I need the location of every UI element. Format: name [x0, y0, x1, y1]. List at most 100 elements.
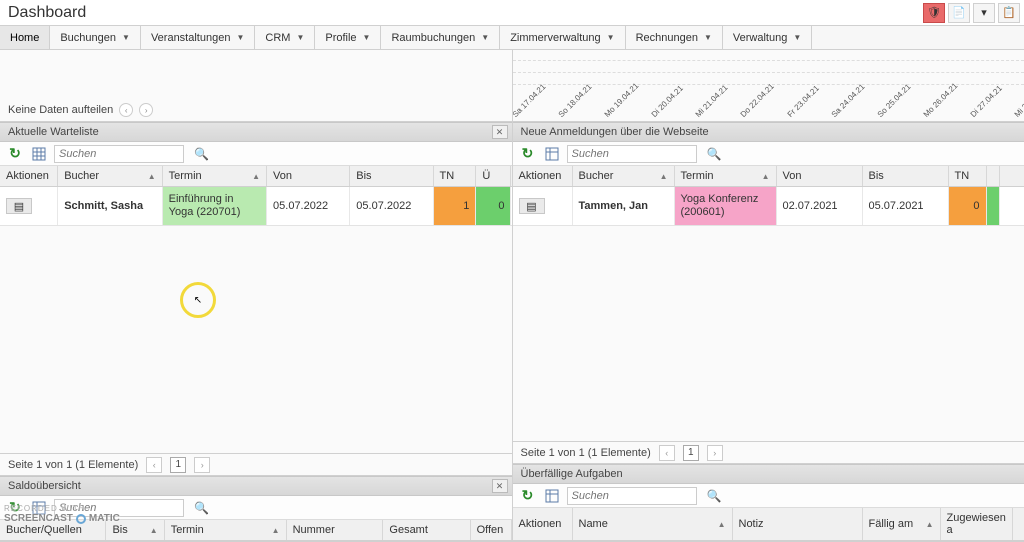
- pager-page[interactable]: 1: [170, 457, 186, 473]
- search-icon[interactable]: 🔍: [703, 147, 726, 161]
- sort-icon: ▲: [148, 172, 156, 181]
- search-box[interactable]: [567, 487, 697, 505]
- axis-tick: Fr 23.04.21: [785, 84, 820, 119]
- col-von[interactable]: Von: [777, 166, 863, 186]
- grid-header-waitlist: Aktionen Bucher▲ Termin▲ Von Bis TN Ü: [0, 166, 512, 187]
- col-faellig[interactable]: Fällig am▲: [863, 508, 941, 540]
- col-termin[interactable]: Termin▲: [675, 166, 777, 186]
- cell-bucher: Schmitt, Sasha: [58, 187, 162, 225]
- row-action-button[interactable]: ▤: [519, 198, 545, 214]
- close-icon[interactable]: ✕: [492, 479, 508, 493]
- col-zugewiesen[interactable]: Zugewiesen a: [941, 508, 1013, 540]
- col-bucher[interactable]: Bucher▲: [58, 166, 162, 186]
- search-icon[interactable]: 🔍: [190, 501, 213, 515]
- col-von[interactable]: Von: [267, 166, 350, 186]
- right-column: Sa 17.04.21So 18.04.21Mo 19.04.21Di 20.0…: [513, 50, 1024, 542]
- search-input[interactable]: [55, 148, 183, 160]
- chevron-down-icon: ▼: [122, 33, 130, 42]
- next-arrow[interactable]: ›: [139, 103, 153, 117]
- row-action-button[interactable]: ▤: [6, 198, 32, 214]
- axis-tick: Do 22.04.21: [739, 82, 776, 119]
- col-extra[interactable]: [987, 166, 1000, 186]
- col-bis[interactable]: Bis: [350, 166, 433, 186]
- col-tn[interactable]: TN: [434, 166, 477, 186]
- cell-bis: 05.07.2022: [350, 187, 433, 225]
- axis-tick: Di 27.04.21: [969, 84, 1004, 119]
- col-termin[interactable]: Termin▲: [165, 520, 287, 540]
- sort-icon: ▲: [762, 172, 770, 181]
- col-tn[interactable]: TN: [949, 166, 987, 186]
- sort-icon: ▲: [272, 526, 280, 535]
- pager-prev[interactable]: ‹: [659, 445, 675, 461]
- sort-icon: ▲: [150, 526, 158, 535]
- col-bucher[interactable]: Bucher▲: [573, 166, 675, 186]
- grid-body-signups: ▤ Tammen, Jan Yoga Konferenz (200601) 02…: [513, 187, 1024, 441]
- col-gesamt[interactable]: Gesamt: [383, 520, 470, 540]
- menu-profile[interactable]: Profile▼: [315, 26, 381, 49]
- prev-arrow[interactable]: ‹: [119, 103, 133, 117]
- pager-label: Seite 1 von 1 (1 Elemente): [521, 447, 651, 459]
- toolbar-aufgaben: ↻ 🔍: [513, 484, 1024, 508]
- chevron-down-icon: ▼: [363, 33, 371, 42]
- panel-header-signups: Neue Anmeldungen über die Webseite: [513, 122, 1024, 142]
- close-icon[interactable]: ✕: [492, 125, 508, 139]
- cell-termin: Yoga Konferenz (200601): [675, 187, 777, 225]
- no-data-label: Keine Daten aufteilen: [8, 104, 113, 116]
- panel-aufgaben: Überfällige Aufgaben ↻ 🔍 Aktionen Name▲ …: [513, 464, 1024, 542]
- pager-page[interactable]: 1: [683, 445, 699, 461]
- col-aktionen[interactable]: Aktionen: [513, 508, 573, 540]
- col-aktionen[interactable]: Aktionen: [513, 166, 573, 186]
- menu-rechnungen[interactable]: Rechnungen▼: [626, 26, 723, 49]
- grid-settings-icon[interactable]: [30, 145, 48, 163]
- pager-next[interactable]: ›: [194, 457, 210, 473]
- title-bar: Dashboard 🛡 📄 ▾ 📋: [0, 0, 1024, 26]
- search-input[interactable]: [568, 490, 696, 502]
- refresh-icon[interactable]: ↻: [519, 145, 537, 163]
- grid-settings-icon[interactable]: [543, 145, 561, 163]
- menu-verwaltung[interactable]: Verwaltung▼: [723, 26, 812, 49]
- search-icon[interactable]: 🔍: [190, 147, 213, 161]
- search-box[interactable]: [567, 145, 697, 163]
- cell-von: 02.07.2021: [777, 187, 863, 225]
- paginator-waitlist: Seite 1 von 1 (1 Elemente) ‹ 1 ›: [0, 453, 512, 475]
- grid-body-waitlist: ▤ Schmitt, Sasha Einführung in Yoga (220…: [0, 187, 512, 453]
- content-area: Keine Daten aufteilen ‹ › Aktuelle Warte…: [0, 50, 1024, 542]
- col-offen[interactable]: Offen: [471, 520, 512, 540]
- refresh-icon[interactable]: ↻: [6, 145, 24, 163]
- grid-header-aufgaben: Aktionen Name▲ Notiz Fällig am▲ Zugewies…: [513, 508, 1024, 541]
- export-icon[interactable]: 📄: [948, 3, 970, 23]
- axis-tick: Sa 17.04.21: [513, 82, 548, 119]
- panel-title: Saldoübersicht: [8, 480, 81, 492]
- axis-tick: Mi 28.04.21: [1013, 83, 1024, 119]
- col-termin[interactable]: Termin▲: [163, 166, 267, 186]
- axis-tick: Mi 21.04.21: [694, 83, 730, 119]
- alert-icon[interactable]: 🛡: [923, 3, 945, 23]
- col-nummer[interactable]: Nummer: [287, 520, 384, 540]
- table-row[interactable]: ▤ Tammen, Jan Yoga Konferenz (200601) 02…: [513, 187, 1024, 226]
- menu-veranstaltungen[interactable]: Veranstaltungen▼: [141, 26, 255, 49]
- menu-raumbuchungen[interactable]: Raumbuchungen▼: [381, 26, 500, 49]
- pager-prev[interactable]: ‹: [146, 457, 162, 473]
- col-bis[interactable]: Bis: [863, 166, 949, 186]
- search-box[interactable]: [54, 145, 184, 163]
- table-row[interactable]: ▤ Schmitt, Sasha Einführung in Yoga (220…: [0, 187, 512, 226]
- menu-crm[interactable]: CRM▼: [255, 26, 315, 49]
- cell-tn: 0: [949, 187, 987, 225]
- col-aktionen[interactable]: Aktionen: [0, 166, 58, 186]
- page-title: Dashboard: [8, 4, 86, 22]
- menu-buchungen[interactable]: Buchungen▼: [50, 26, 141, 49]
- refresh-icon[interactable]: ↻: [519, 487, 537, 505]
- menu-zimmerverwaltung[interactable]: Zimmerverwaltung▼: [500, 26, 625, 49]
- col-name[interactable]: Name▲: [573, 508, 733, 540]
- panel-waitlist: Aktuelle Warteliste ✕ ↻ 🔍 Aktionen Buche…: [0, 122, 512, 476]
- list-icon[interactable]: 📋: [998, 3, 1020, 23]
- search-input[interactable]: [568, 148, 696, 160]
- grid-settings-icon[interactable]: [543, 487, 561, 505]
- col-notiz[interactable]: Notiz: [733, 508, 863, 540]
- col-u[interactable]: Ü: [476, 166, 511, 186]
- axis-tick: Mo 19.04.21: [602, 81, 640, 119]
- pager-next[interactable]: ›: [707, 445, 723, 461]
- search-icon[interactable]: 🔍: [703, 489, 726, 503]
- menu-home[interactable]: Home: [0, 26, 50, 49]
- axis-tick: So 25.04.21: [875, 82, 912, 119]
